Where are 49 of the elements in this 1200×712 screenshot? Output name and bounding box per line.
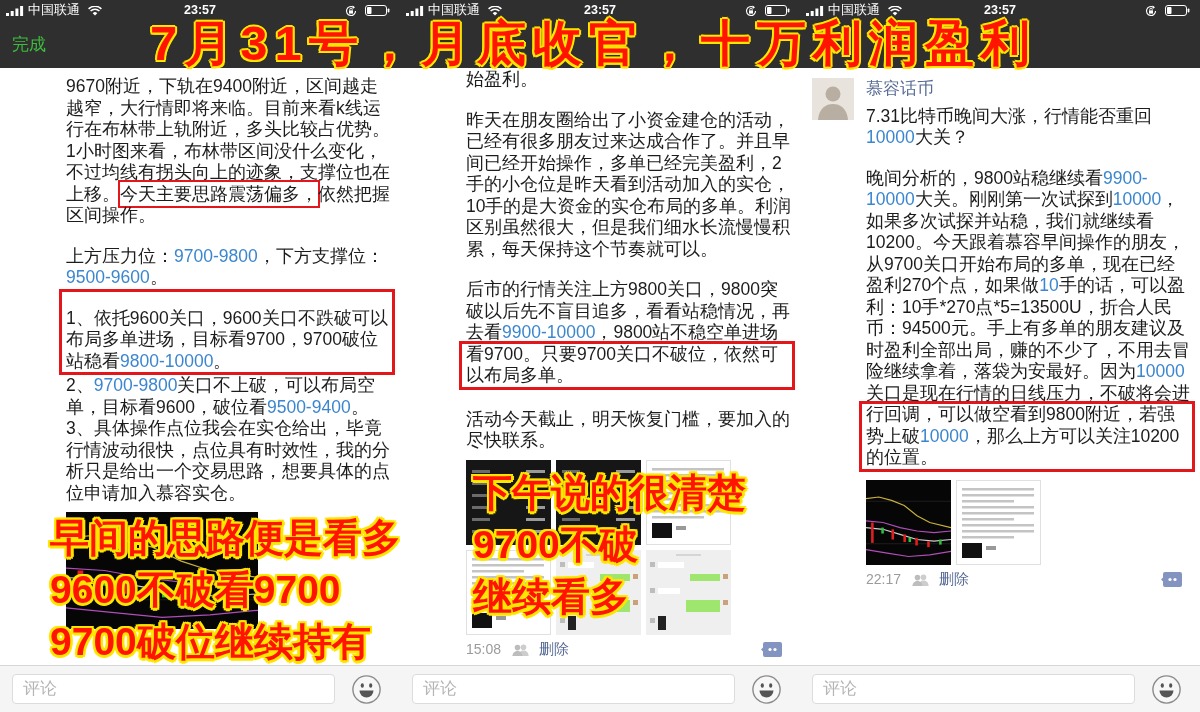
friends-icon [512, 643, 530, 656]
comment-icon[interactable] [761, 642, 782, 657]
status-time: 23:57 [184, 4, 216, 17]
carrier-name: 中国联通 [428, 4, 480, 17]
delete-link[interactable]: 删除 [939, 568, 970, 591]
text-screenshot-drawing[interactable] [956, 479, 1041, 565]
friends-icon [912, 573, 930, 586]
comment-input[interactable]: 评论 [12, 674, 335, 704]
highlighted-paragraph: 1、依托9600关口，9600关口不跌破可以布局多单进场，目标看9700，9700破位站稳看9800-10000。 [59, 288, 395, 375]
smiley-icon[interactable] [352, 674, 381, 704]
smiley-icon[interactable] [1152, 674, 1181, 704]
post-paragraph: 昨天在朋友圈给出了小资金建仓的活动，已经有很多朋友过来达成合作了。并且早间已经开始操作，多单已经完美盈利，2手的小仓位是昨天看到活动加入的实仓，10手的是大资金的实仓布局的多单。利润区别虽然很大，但是我们细水长流慢慢积累，每天保持这个节奏就可以。 [466, 109, 792, 260]
comment-input[interactable]: 评论 [412, 674, 735, 704]
chart-screenshot-drawing[interactable] [866, 479, 951, 565]
battery-icon [765, 5, 790, 16]
done-button[interactable]: 完成 [12, 33, 46, 56]
rotation-lock-icon [745, 4, 757, 17]
post-time: 22:17 [866, 570, 902, 589]
delete-link[interactable]: 删除 [539, 638, 570, 661]
post-paragraph: 晚间分析的，9800站稳继续看9900-10000大关。刚刚第一次试探到10000，如果多次试探并站稳，我们就继续看10200。今天跟着慕容早间操作的朋友，从9700关口开始布局的多单，现在已经盈利270个点，如果做10手的话，可以盈利：10手*270点*5=13500U，折合人民币：94500元。手上有多单的朋友建议及时盈利全部出局，赚的不少了，不用去冒险继续拿着，落袋为安最好。因为10000 关口是现在行情的日线压力，不破将会进 [866, 167, 1191, 404]
carrier-name: 中国联通 [28, 4, 80, 17]
highlighted-paragraph: 行回调，可以做空看到9800附近，若强势上破10000，那么上方可以关注10200的位置。 [859, 401, 1195, 472]
highlighted-paragraph: 看9700。只要9700关口不破位，依然可以布局多单。 [459, 340, 795, 390]
signal-icon [6, 5, 24, 16]
post-paragraph: 2、9700-9800关口不上破，可以布局空单，目标看9600，破位看9500-9400。 [66, 375, 377, 418]
battery-icon [1165, 5, 1190, 16]
overlay-caption: 9700破位继续持有 [50, 621, 371, 663]
wifi-icon [488, 5, 502, 16]
battery-icon [365, 5, 390, 16]
carrier-name: 中国联通 [828, 4, 880, 17]
rotation-lock-icon [345, 4, 357, 17]
status-time: 23:57 [984, 4, 1016, 17]
comment-input[interactable]: 评论 [812, 674, 1135, 704]
post-paragraph: 7.31比特币晚间大涨，行情能否重回 10000大关？ [866, 105, 1154, 149]
signal-icon [806, 5, 824, 16]
post-paragraph: 始盈利。 [466, 69, 539, 91]
rotation-lock-icon [1145, 4, 1157, 17]
wifi-icon [888, 5, 902, 16]
status-time: 23:57 [584, 4, 616, 17]
post-time: 15:08 [466, 640, 502, 659]
wifi-icon [88, 5, 102, 16]
post-paragraph: 上方压力位：9700-9800，下方支撑位： 9500-9600。 [66, 245, 385, 289]
smiley-icon[interactable] [752, 674, 781, 704]
post-paragraph: 3、具体操作点位我会在实仓给出，毕竟行情波动很快，点位具有时效性，我的分析只是给出一个交易思路，想要具体的点位申请加入慕容实仓。 [66, 418, 391, 504]
comment-icon[interactable] [1161, 572, 1182, 587]
author-name[interactable]: 慕容话币 [866, 78, 934, 100]
overlay-caption: 继续看多 [473, 576, 629, 618]
signal-icon [406, 5, 424, 16]
post-paragraph: 活动今天截止，明天恢复门槛，要加入的尽快联系。 [466, 408, 791, 452]
